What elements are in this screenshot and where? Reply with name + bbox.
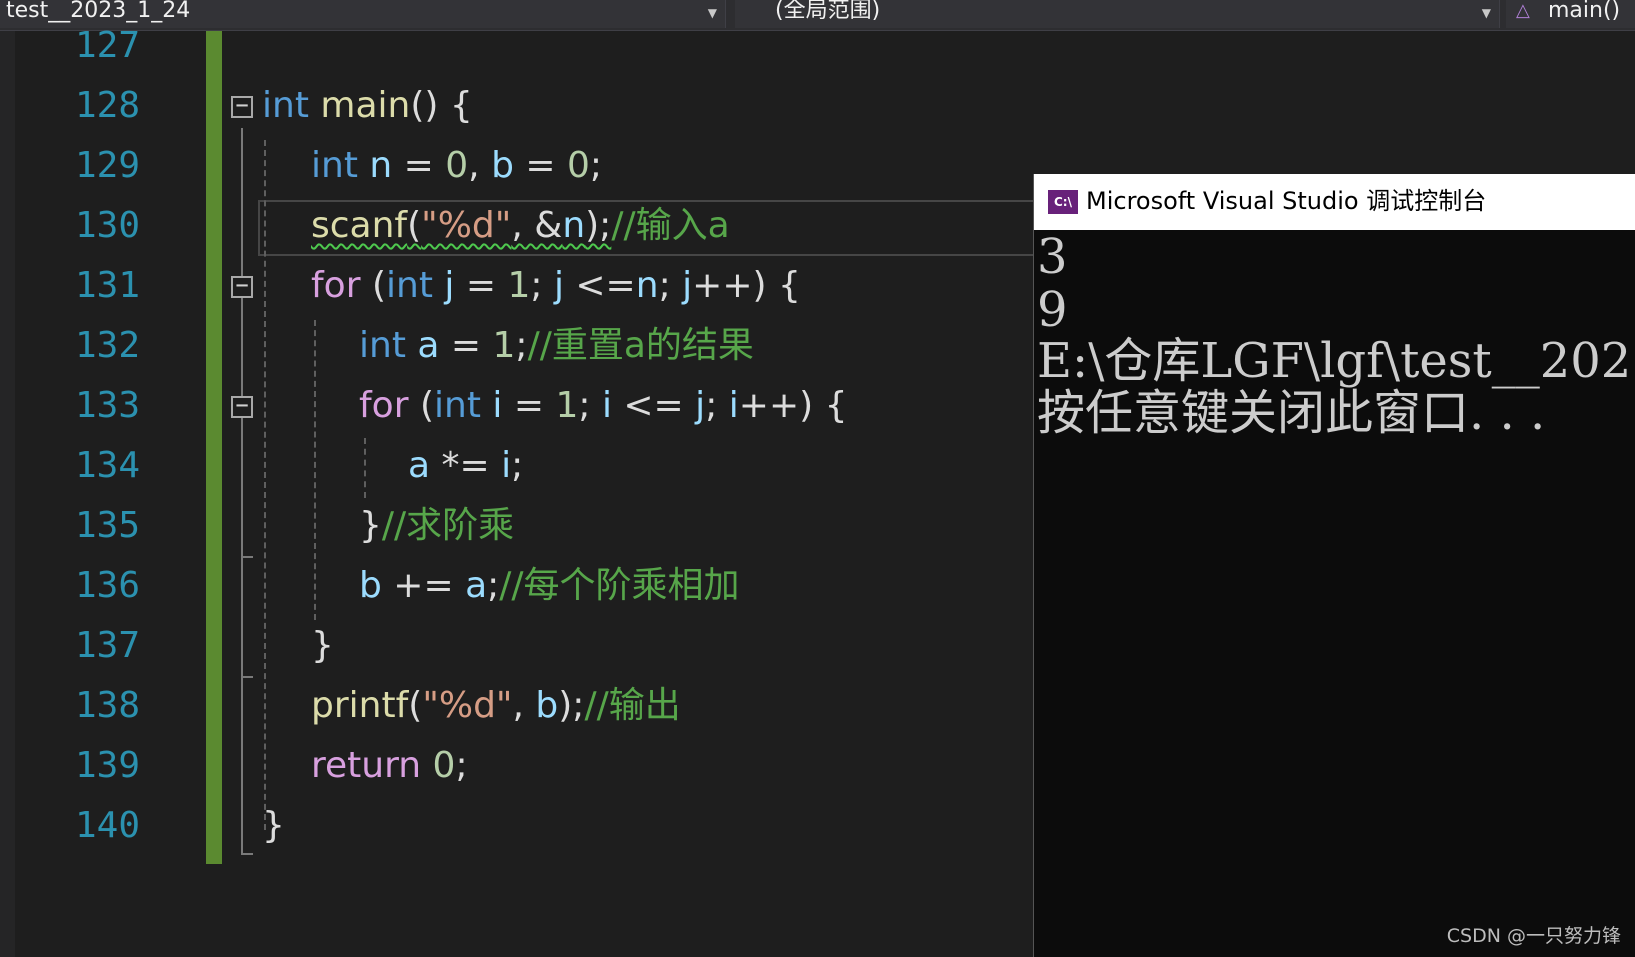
- code-line-134[interactable]: a *= i;: [408, 446, 523, 486]
- console-title: Microsoft Visual Studio 调试控制台: [1086, 187, 1487, 215]
- indent-guide: [264, 140, 266, 830]
- navigation-bar: test__2023_1_24 ▼ (全局范围) ▼ △ main(): [0, 0, 1635, 31]
- line-number: 137: [74, 625, 140, 666]
- line-number: 138: [74, 685, 140, 726]
- collapse-toggle-icon[interactable]: −: [231, 96, 253, 118]
- change-tracking-bar: [206, 31, 222, 864]
- code-line-135[interactable]: }//求阶乘: [359, 506, 514, 546]
- scope-dropdown[interactable]: (全局范围) ▼: [735, 0, 1500, 28]
- collapse-toggle-icon[interactable]: −: [231, 276, 253, 298]
- console-output-line: E:\仓库LGF\lgf\test__2023_1_24: [1037, 333, 1635, 389]
- code-line-132[interactable]: int a = 1;//重置a的结果: [359, 326, 754, 366]
- outline-end-tick: [241, 676, 253, 678]
- function-dropdown[interactable]: △ main(): [1506, 0, 1635, 28]
- chevron-down-icon[interactable]: ▼: [708, 2, 717, 24]
- line-number: 132: [74, 325, 140, 366]
- console-output-line: 9: [1037, 282, 1068, 338]
- project-dropdown[interactable]: test__2023_1_24 ▼: [0, 0, 726, 28]
- line-number: 128: [74, 85, 140, 126]
- watermark-text: CSDN @一只努力锋: [1446, 925, 1621, 947]
- outline-line: [241, 128, 243, 855]
- line-number: 136: [74, 565, 140, 606]
- function-cube-icon: △: [1516, 0, 1530, 21]
- code-line-136[interactable]: b += a;//每个阶乘相加: [359, 566, 740, 606]
- scope-name: (全局范围): [775, 0, 881, 23]
- code-line-129[interactable]: int n = 0, b = 0;: [311, 146, 602, 186]
- code-line-131[interactable]: for (int j = 1; j <=n; j++) {: [311, 266, 801, 306]
- function-name: main(): [1548, 0, 1621, 23]
- console-app-icon: C:\: [1048, 190, 1078, 214]
- line-number: 140: [74, 805, 140, 846]
- line-number: 135: [74, 505, 140, 546]
- collapse-toggle-icon[interactable]: −: [231, 396, 253, 418]
- line-number: 129: [74, 145, 140, 186]
- line-number: 133: [74, 385, 140, 426]
- outline-end-tick: [241, 853, 253, 855]
- line-number: 139: [74, 745, 140, 786]
- code-line-130[interactable]: scanf("%d", &n);//输入a: [311, 206, 730, 246]
- debug-console-window[interactable]: C:\ Microsoft Visual Studio 调试控制台 3 9 E:…: [1033, 174, 1635, 957]
- indent-guide: [364, 438, 366, 498]
- line-number: 127: [74, 25, 140, 66]
- code-line-139[interactable]: return 0;: [311, 746, 468, 786]
- code-line-133[interactable]: for (int i = 1; i <= j; i++) {: [359, 386, 848, 426]
- code-line-138[interactable]: printf("%d", b);//输出: [311, 686, 681, 726]
- chevron-down-icon[interactable]: ▼: [1482, 2, 1491, 24]
- error-squiggle[interactable]: scanf("%d", &n);: [311, 205, 611, 246]
- line-number: 134: [74, 445, 140, 486]
- editor-margin: [0, 31, 15, 957]
- console-title-bar[interactable]: C:\ Microsoft Visual Studio 调试控制台: [1034, 174, 1635, 230]
- console-output-line: 按任意键关闭此窗口. . .: [1037, 385, 1546, 441]
- project-name: test__2023_1_24: [6, 0, 191, 23]
- outline-end-tick: [241, 556, 253, 558]
- code-line-128[interactable]: int main() {: [262, 86, 473, 126]
- line-number: 130: [74, 205, 140, 246]
- line-number: 131: [74, 265, 140, 306]
- code-line-137[interactable]: }: [311, 626, 334, 666]
- code-line-140[interactable]: }: [262, 806, 285, 846]
- console-output-line: 3: [1037, 229, 1068, 285]
- indent-guide: [314, 320, 316, 620]
